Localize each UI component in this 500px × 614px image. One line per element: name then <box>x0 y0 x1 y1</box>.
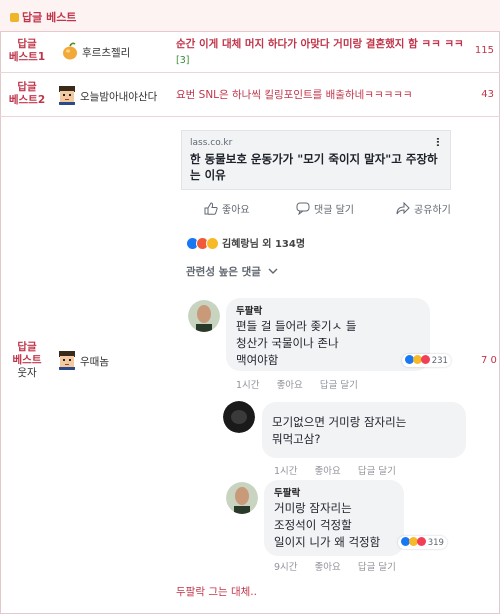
section-header: 답글 베스트 <box>0 0 500 32</box>
comment-reaction-count[interactable]: 319 <box>398 536 447 549</box>
love-reaction-icon <box>417 537 426 546</box>
fruit-avatar-icon <box>63 42 77 60</box>
nickname[interactable]: 후르츠젤리 <box>82 45 130 60</box>
comment-meta: 1시간 좋아요 답글 달기 <box>236 380 358 391</box>
nickname[interactable]: 오늘밤아내야산다 <box>80 89 157 104</box>
haha-reaction-icon <box>206 237 219 250</box>
comment-reaction-count[interactable]: 231 <box>402 354 451 367</box>
pixel-face-avatar-icon <box>57 85 77 105</box>
nickname[interactable]: 우때놈 <box>80 354 109 369</box>
post-caption: 두팔락 그는 대체.. <box>176 586 257 598</box>
sleep-icon: ⵗ <box>435 136 440 149</box>
comment-text: 편들 걸 들어라 좆기ㅅ 들 청산가 국물이나 존나 맥여야함 <box>236 319 357 367</box>
comment-meta: 1시간 좋아요 답글 달기 <box>274 466 396 477</box>
view-count: 115 <box>474 45 494 56</box>
like-link[interactable]: 좋아요 <box>315 562 341 573</box>
comment-count: [3] <box>176 55 190 66</box>
table-row[interactable]: 답글 베스트2 오늘밤아내야산다 요번 SNL은 하나씩 킬링포인트를 배출하네… <box>0 73 500 117</box>
comment-action[interactable]: 댓글 달기 <box>296 201 354 216</box>
share-arrow-icon <box>396 201 410 215</box>
section-title: 답글 베스트 <box>10 9 76 25</box>
reaction-summary[interactable]: 김혜랑님 외 134명 <box>186 235 305 250</box>
reply-link[interactable]: 답글 달기 <box>358 562 396 573</box>
view-count: 43 <box>481 89 494 100</box>
post-title-link[interactable]: 요번 SNL은 하나씩 킬링포인트를 배출하네ㅋㅋㅋㅋㅋ <box>176 87 466 103</box>
comment-author[interactable]: 두팔락 <box>236 305 420 318</box>
chevron-down-icon <box>268 268 278 274</box>
comment-sort-dropdown[interactable]: 관련성 높은 댓글 <box>186 264 278 279</box>
comment-bubble: 두팔락 거미랑 잠자리는 조정석이 걱정할 일이지 니가 왜 걱정함 <box>264 480 404 556</box>
pixel-face-avatar-icon <box>57 350 77 370</box>
trophy-icon <box>10 13 19 22</box>
thumbs-up-icon <box>204 202 218 215</box>
comment-bubble-icon <box>296 202 310 216</box>
link-domain: lass.co.kr <box>190 138 233 148</box>
commenter-avatar[interactable] <box>226 482 258 514</box>
view-count: 7 0 <box>481 355 497 366</box>
reply-link[interactable]: 답글 달기 <box>358 466 396 477</box>
table-row[interactable]: 답글 베스트1 후르츠젤리 순간 이게 대체 머지 하다가 아맞다 거미랑 결혼… <box>0 32 500 73</box>
commenter-avatar[interactable] <box>188 300 220 332</box>
comment-text: 거미랑 잠자리는 조정석이 걱정할 일이지 니가 왜 걱정함 <box>274 501 381 549</box>
like-link[interactable]: 좋아요 <box>315 466 341 477</box>
like-link[interactable]: 좋아요 <box>277 380 303 391</box>
comment-text: 모기없으면 거미랑 잠자리는 뭐먹고삼? <box>272 415 407 446</box>
link-headline[interactable]: 한 동물보호 운동가가 "모기 죽이지 말자"고 주장하는 이유 <box>190 151 448 183</box>
comment-bubble: 두팔락 편들 걸 들어라 좆기ㅅ 들 청산가 국물이나 존나 맥여야함 <box>226 298 430 371</box>
share-action[interactable]: 공유하기 <box>396 201 451 216</box>
comment-meta: 9시간 좋아요 답글 달기 <box>274 562 396 573</box>
rank-label: 답글 베스트 웃자 <box>12 341 42 379</box>
facebook-screenshot: lass.co.kr 한 동물보호 운동가가 "모기 죽이지 말자"고 주장하는… <box>176 118 466 608</box>
comment-author[interactable]: 두팔락 <box>274 487 394 500</box>
post-title-link[interactable]: 순간 이게 대체 머지 하다가 아맞다 거미랑 결혼했지 함 ㅋㅋ ㅋㅋ [3] <box>176 36 466 69</box>
comment-bubble: 모기없으면 거미랑 잠자리는 뭐먹고삼? <box>262 402 466 458</box>
love-reaction-icon <box>421 355 430 364</box>
rank-label: 답글 베스트2 <box>8 81 46 106</box>
rank-label: 답글 베스트1 <box>8 38 46 63</box>
like-action[interactable]: 좋아요 <box>204 201 250 216</box>
post-actions: 좋아요 댓글 달기 공유하기 <box>176 198 466 220</box>
reply-link[interactable]: 답글 달기 <box>320 380 358 391</box>
link-preview-card[interactable]: lass.co.kr 한 동물보호 운동가가 "모기 죽이지 말자"고 주장하는… <box>181 130 451 190</box>
commenter-avatar[interactable] <box>223 401 255 433</box>
